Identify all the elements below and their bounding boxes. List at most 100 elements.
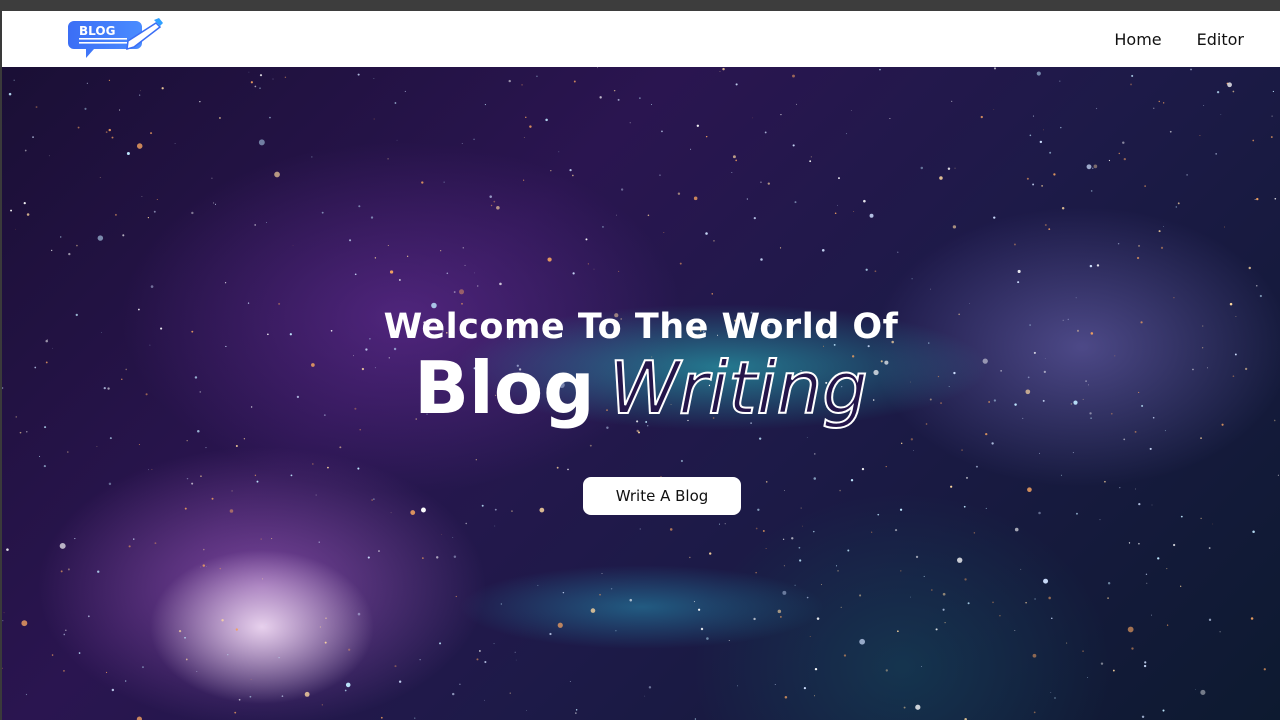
star (585, 238, 588, 241)
star (899, 508, 903, 511)
star (354, 273, 357, 276)
star (1177, 202, 1180, 205)
star (813, 530, 815, 533)
star (67, 451, 69, 453)
star (65, 629, 67, 631)
star (202, 548, 205, 551)
star (794, 584, 796, 586)
star (1208, 547, 1211, 549)
star (493, 643, 495, 645)
star (185, 658, 188, 661)
star (1043, 129, 1044, 131)
star (63, 633, 66, 636)
star (644, 695, 646, 697)
write-blog-button[interactable]: Write A Blog (583, 477, 741, 515)
nav-link-home[interactable]: Home (1114, 30, 1161, 49)
star (813, 477, 817, 480)
star (1048, 596, 1051, 600)
star (461, 143, 463, 144)
star (944, 621, 946, 624)
star (380, 716, 383, 719)
star (1215, 153, 1217, 155)
star (1163, 102, 1165, 104)
star (1095, 107, 1098, 110)
star (1099, 519, 1101, 521)
star (2, 620, 4, 622)
star (1138, 542, 1140, 545)
star (639, 528, 641, 530)
star (206, 566, 208, 568)
star (1175, 206, 1178, 208)
star (370, 216, 374, 219)
star (339, 446, 342, 449)
star (265, 623, 267, 625)
star (105, 671, 108, 674)
star (446, 272, 449, 275)
star (599, 593, 601, 596)
star (139, 94, 141, 96)
star (109, 437, 112, 440)
star (782, 538, 785, 541)
star (479, 650, 481, 652)
star (436, 556, 439, 559)
star (1032, 183, 1035, 186)
star (419, 658, 421, 661)
star (1075, 297, 1077, 299)
star (25, 693, 28, 696)
star (292, 245, 294, 246)
star (985, 432, 988, 436)
star (396, 139, 398, 141)
star (758, 437, 762, 440)
star (1108, 159, 1111, 162)
hero-title-line2: Blog Writing (2, 345, 1280, 431)
star (221, 619, 224, 622)
star (1146, 582, 1148, 584)
star (1130, 83, 1133, 86)
star (746, 198, 748, 200)
star (523, 179, 525, 181)
star (274, 171, 280, 178)
star (1166, 568, 1168, 570)
star (732, 155, 736, 159)
star (1039, 140, 1043, 144)
star (629, 598, 633, 602)
star (897, 630, 899, 633)
nav-link-editor[interactable]: Editor (1197, 30, 1244, 49)
star (357, 73, 360, 76)
star (147, 469, 149, 471)
star (973, 532, 976, 534)
star (879, 68, 881, 71)
star (562, 591, 565, 594)
star (1044, 224, 1047, 227)
star (792, 74, 795, 78)
star (780, 114, 782, 116)
star (885, 465, 887, 468)
star (731, 172, 733, 173)
star (178, 629, 182, 633)
star (224, 282, 227, 284)
star (111, 688, 115, 692)
star (284, 76, 287, 78)
star (814, 667, 818, 671)
star (327, 466, 329, 469)
star (76, 244, 78, 247)
star (558, 151, 560, 153)
star (26, 431, 28, 433)
star (136, 143, 143, 149)
star (235, 628, 238, 631)
star (367, 556, 370, 559)
star (779, 615, 782, 618)
star (50, 249, 53, 252)
star (735, 159, 738, 162)
star (930, 288, 931, 290)
star (1153, 107, 1155, 109)
star (1208, 618, 1212, 622)
star (1200, 437, 1202, 440)
star (496, 206, 500, 210)
star (567, 468, 569, 471)
star (196, 670, 198, 672)
star (796, 103, 797, 105)
blog-logo[interactable]: BLOG (68, 17, 166, 61)
star (108, 128, 111, 132)
star (68, 252, 71, 256)
